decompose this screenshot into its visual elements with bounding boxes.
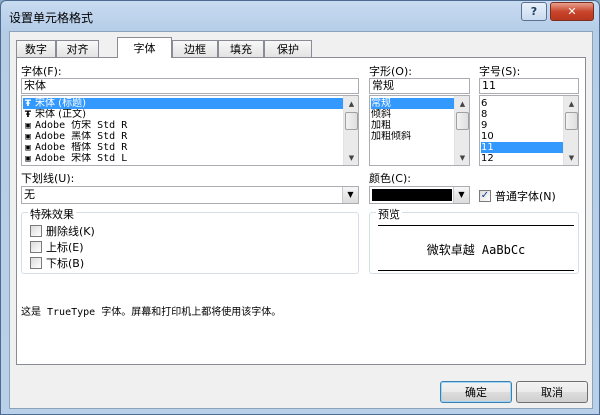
size-input[interactable]: 11 — [479, 78, 579, 94]
strikethrough-checkbox[interactable]: 删除线(K) — [30, 223, 95, 239]
tab-alignment[interactable]: 对齐 — [56, 40, 99, 57]
preview-sample: 微软卓越 AaBbCc — [426, 243, 526, 257]
style-list-item[interactable]: 加粗 — [371, 120, 454, 131]
dialog-body: 数字 对齐 字体 边框 填充 保护 字体(F): 宋体 Ŧ 宋体 (标题) Ŧ 宋体… — [9, 31, 593, 409]
opentype-icon: ▣ — [25, 143, 31, 153]
tab-number[interactable]: 数字 — [16, 40, 56, 57]
truetype-icon: Ŧ — [24, 99, 32, 109]
size-list-item[interactable]: 12 — [481, 153, 563, 164]
ok-button[interactable]: 确定 — [440, 381, 512, 403]
checkbox-icon — [30, 225, 42, 237]
scroll-up-icon[interactable]: ▲ — [456, 97, 469, 110]
font-list-item[interactable]: ▣ Adobe 仿宋 Std R — [23, 120, 343, 131]
font-label: 字体(F): — [21, 65, 62, 78]
subscript-label: 下标(B) — [46, 257, 85, 270]
scroll-down-icon[interactable]: ▼ — [456, 151, 469, 164]
subscript-checkbox[interactable]: 下标(B) — [30, 255, 84, 271]
normal-font-label: 普通字体(N) — [495, 190, 556, 203]
font-description: 这是 TrueType 字体。屏幕和打印机上都将使用该字体。 — [21, 307, 282, 318]
opentype-icon: ▣ — [25, 121, 31, 131]
size-list-item[interactable]: 9 — [481, 120, 563, 131]
font-list-item[interactable]: ▣ Adobe 楷体 Std R — [23, 142, 343, 153]
tab-border[interactable]: 边框 — [172, 40, 218, 57]
size-list-item[interactable]: 8 — [481, 109, 563, 120]
scroll-down-icon[interactable]: ▼ — [345, 151, 358, 164]
scroll-up-icon[interactable]: ▲ — [345, 97, 358, 110]
color-picker[interactable]: ▼ — [369, 186, 470, 204]
style-list-item[interactable]: 倾斜 — [371, 109, 454, 120]
effects-title: 特殊效果 — [28, 206, 76, 222]
font-list-item[interactable]: ▣ Adobe 宋体 Std L — [23, 153, 343, 164]
preview-bottom-line — [378, 270, 574, 271]
underline-label: 下划线(U): — [21, 172, 75, 185]
checkbox-icon — [30, 241, 42, 253]
superscript-label: 上标(E) — [46, 241, 84, 254]
help-icon: ? — [530, 5, 538, 18]
underline-select[interactable]: 无 ▼ — [21, 186, 359, 204]
font-tab-panel: 字体(F): 宋体 Ŧ 宋体 (标题) Ŧ 宋体 (正文) ▣ Adobe 仿宋 St… — [16, 57, 586, 365]
tab-font[interactable]: 字体 — [117, 37, 172, 58]
scroll-thumb[interactable] — [565, 112, 578, 130]
help-button[interactable]: ? — [521, 2, 547, 21]
font-list-item[interactable]: Ŧ 宋体 (标题) — [23, 98, 343, 109]
checkbox-icon — [30, 257, 42, 269]
font-list-scrollbar[interactable]: ▲ ▼ — [343, 96, 358, 165]
tab-fill[interactable]: 填充 — [218, 40, 264, 57]
preview-top-line — [378, 225, 574, 226]
size-label: 字号(S): — [479, 65, 521, 78]
size-list[interactable]: 6 8 9 10 11 12 ▲ ▼ — [479, 95, 579, 166]
normal-font-checkbox[interactable]: ✓ 普通字体(N) — [479, 188, 556, 204]
font-input[interactable]: 宋体 — [21, 78, 359, 94]
font-list[interactable]: Ŧ 宋体 (标题) Ŧ 宋体 (正文) ▣ Adobe 仿宋 Std R ▣ Adobe… — [21, 95, 359, 166]
title-bar[interactable]: 设置单元格格式 ? ✕ — [1, 1, 599, 31]
preview-group: 预览 微软卓越 AaBbCc — [369, 206, 579, 274]
superscript-checkbox[interactable]: 上标(E) — [30, 239, 84, 255]
opentype-icon: ▣ — [25, 132, 31, 142]
style-list-item[interactable]: 加粗倾斜 — [371, 131, 454, 142]
style-list-item[interactable]: 常规 — [371, 98, 454, 109]
cancel-button[interactable]: 取消 — [516, 381, 588, 403]
checkbox-checked-icon: ✓ — [479, 190, 491, 202]
scroll-thumb[interactable] — [456, 112, 469, 130]
underline-value: 无 — [24, 188, 35, 201]
size-list-item[interactable]: 11 — [481, 142, 563, 153]
preview-area: 微软卓越 AaBbCc — [378, 225, 574, 271]
size-list-item[interactable]: 6 — [481, 98, 563, 109]
preview-title: 预览 — [376, 206, 402, 222]
font-list-item[interactable]: ▣ Adobe 黑体 Std R — [23, 131, 343, 142]
opentype-icon: ▣ — [25, 154, 31, 164]
strikethrough-label: 删除线(K) — [46, 225, 95, 238]
tab-protection[interactable]: 保护 — [264, 40, 312, 57]
dialog-title: 设置单元格格式 — [9, 11, 94, 25]
chevron-down-icon[interactable]: ▼ — [342, 187, 358, 203]
effects-group: 特殊效果 删除线(K) 上标(E) 下标(B) — [21, 206, 359, 274]
format-cells-dialog: 设置单元格格式 ? ✕ 数字 对齐 字体 边框 填充 保护 字体(F): 宋体 … — [0, 0, 600, 415]
scroll-down-icon[interactable]: ▼ — [565, 151, 578, 164]
style-list[interactable]: 常规 倾斜 加粗 加粗倾斜 ▲ ▼ — [369, 95, 470, 166]
close-icon: ✕ — [567, 5, 577, 18]
font-list-item[interactable]: Ŧ 宋体 (正文) — [23, 109, 343, 120]
chevron-down-icon[interactable]: ▼ — [453, 187, 469, 203]
scroll-up-icon[interactable]: ▲ — [565, 97, 578, 110]
color-label: 颜色(C): — [369, 172, 411, 185]
close-button[interactable]: ✕ — [550, 2, 594, 21]
size-list-scrollbar[interactable]: ▲ ▼ — [563, 96, 578, 165]
size-list-item[interactable]: 10 — [481, 131, 563, 142]
style-label: 字形(O): — [369, 65, 412, 78]
scroll-thumb[interactable] — [345, 112, 358, 130]
truetype-icon: Ŧ — [24, 110, 32, 120]
style-input[interactable]: 常规 — [369, 78, 470, 94]
style-list-scrollbar[interactable]: ▲ ▼ — [454, 96, 469, 165]
color-swatch — [372, 189, 452, 201]
